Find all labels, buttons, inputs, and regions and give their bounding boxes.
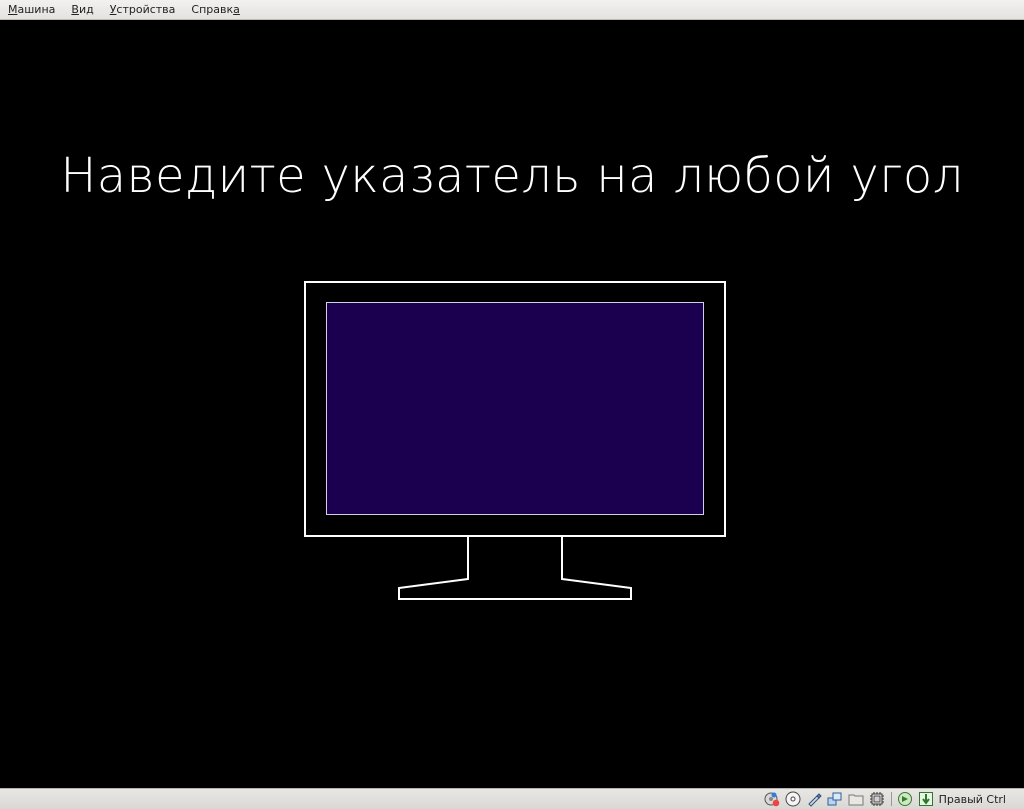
monitor-stand — [398, 537, 632, 600]
status-bar: Правый Ctrl — [0, 788, 1024, 809]
hard-disk-icon[interactable] — [764, 791, 780, 807]
menu-help[interactable]: Справка — [183, 0, 247, 20]
menu-view-mnemonic: В — [71, 2, 79, 16]
menu-help-mnemonic: а — [233, 2, 240, 16]
menu-help-label: Справк — [191, 2, 234, 16]
menu-machine[interactable]: Машина — [0, 0, 63, 20]
monitor-display — [326, 302, 704, 515]
shared-folders-icon[interactable] — [848, 791, 864, 807]
optical-drive-icon[interactable] — [785, 791, 801, 807]
menu-bar: Машина Вид Устройства Справка — [0, 0, 1024, 20]
menu-devices-label: стройства — [116, 2, 176, 16]
menu-view-label: ид — [78, 2, 94, 16]
cpu-icon[interactable] — [869, 791, 885, 807]
host-key-label: Правый Ctrl — [938, 792, 1006, 806]
monitor-illustration — [304, 281, 726, 600]
video-capture-icon[interactable] — [897, 791, 913, 807]
network-icon[interactable] — [827, 791, 843, 807]
guest-screen[interactable]: Наведите указатель на любой угол — [0, 20, 1024, 788]
menu-view[interactable]: Вид — [63, 0, 101, 20]
usb-icon[interactable] — [806, 791, 822, 807]
status-separator — [890, 792, 892, 806]
mouse-integration-icon[interactable] — [918, 791, 934, 807]
menu-machine-mnemonic: М — [8, 2, 18, 16]
menu-devices[interactable]: Устройства — [102, 0, 184, 20]
menu-machine-label: ашина — [17, 2, 56, 16]
